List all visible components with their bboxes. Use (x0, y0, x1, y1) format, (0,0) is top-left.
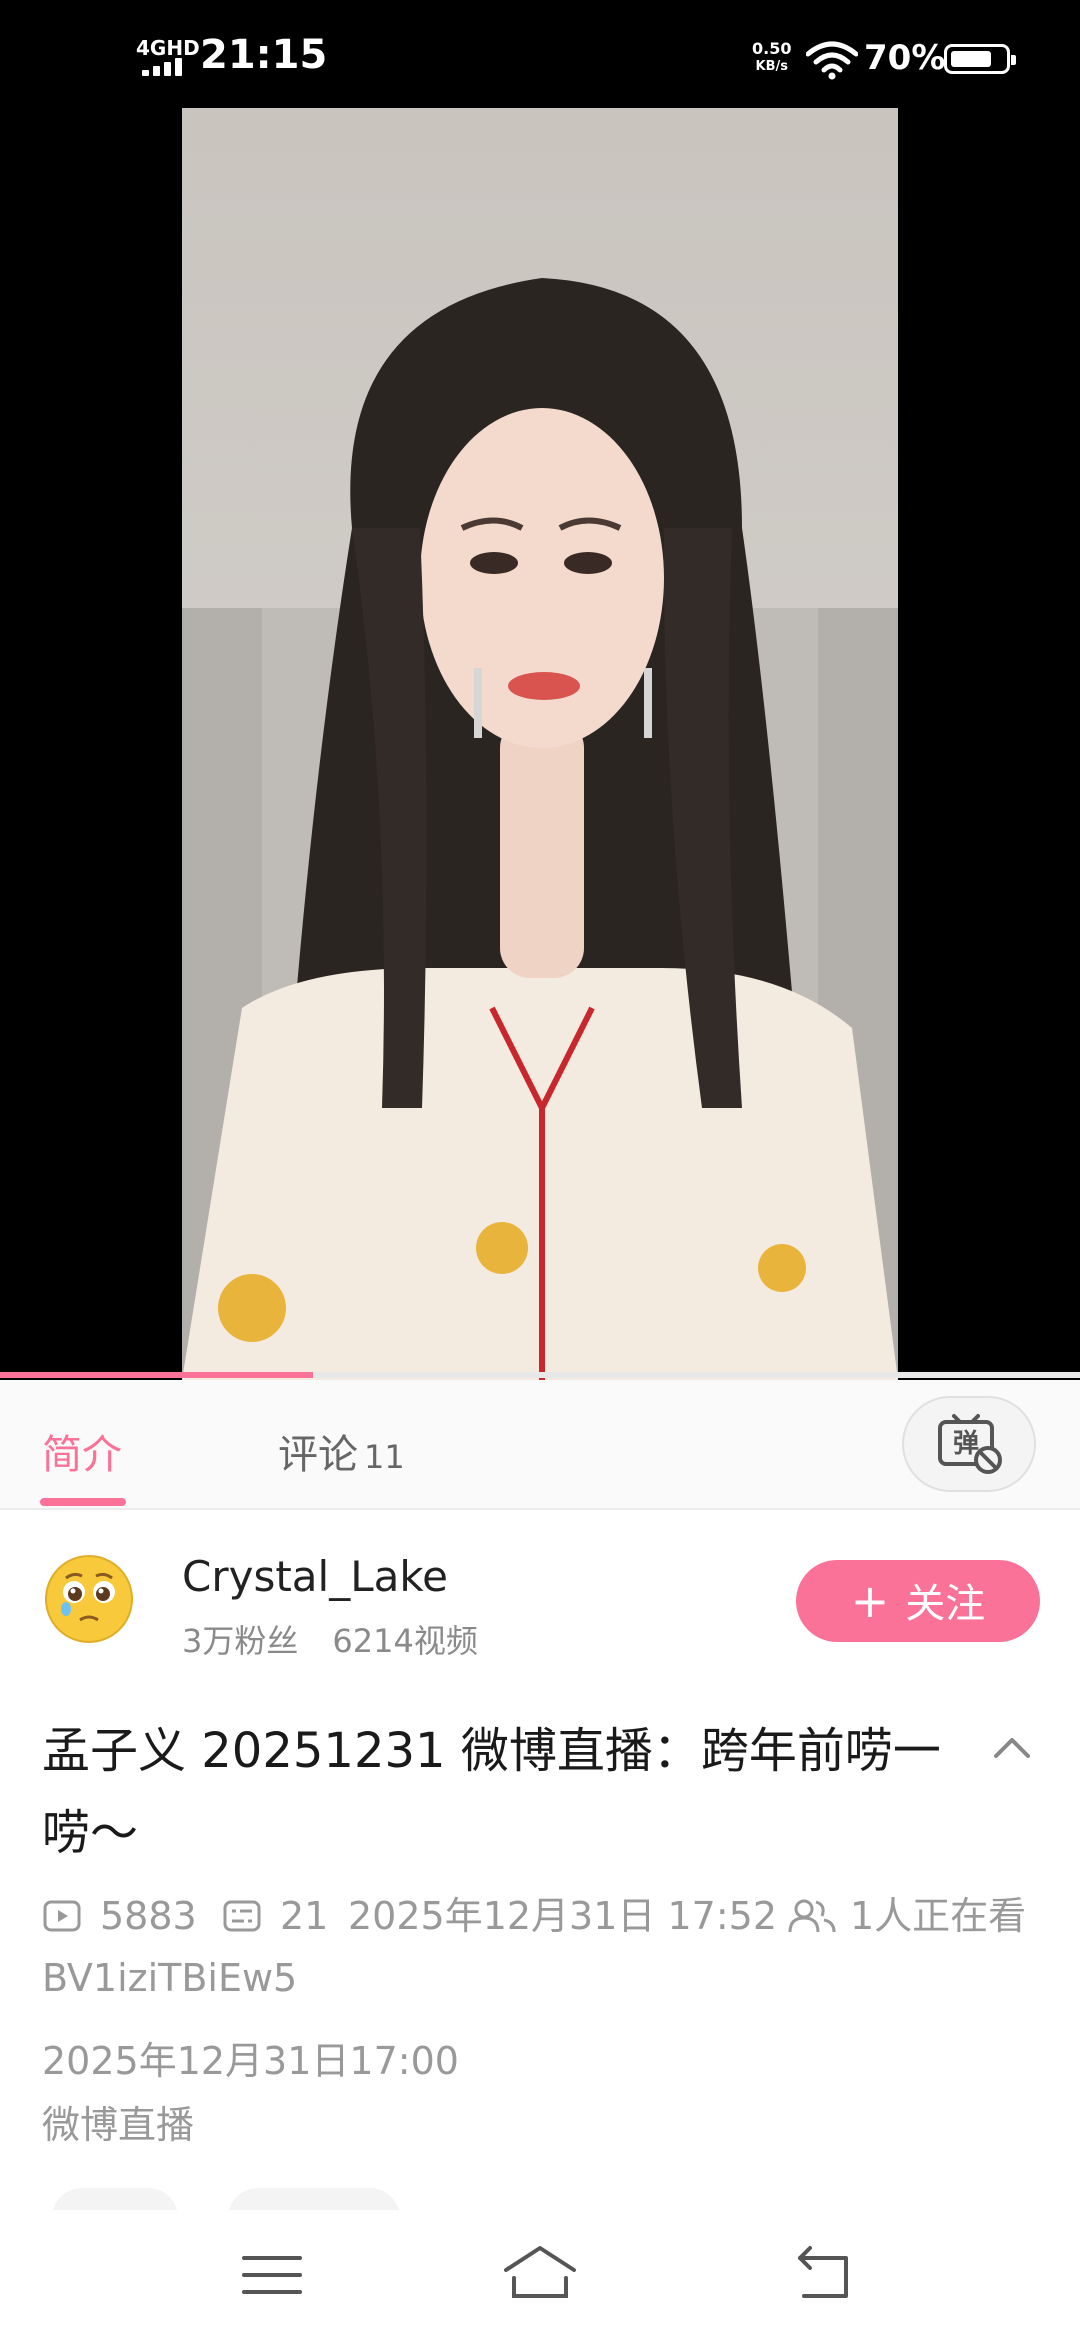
tab-comments-count: 11 (364, 1438, 405, 1476)
video-meta: 5883 21 2025年12月31日 17:52 1人正在看 (42, 1890, 1052, 1942)
home-icon[interactable] (500, 2240, 580, 2310)
uploader-stats: 3万粉丝 6214视频 (182, 1616, 478, 1662)
video-progress-bar[interactable] (0, 1372, 1080, 1378)
video-player[interactable] (0, 108, 1080, 1380)
description-date: 2025年12月31日17:00 (42, 2039, 459, 2083)
network-speed: 0.50 KB/s (752, 40, 791, 76)
plus-icon: + (850, 1574, 890, 1628)
upload-time: 2025年12月31日 17:52 (348, 1894, 778, 1938)
video-frame[interactable] (182, 108, 898, 1380)
uploader-name[interactable]: Crystal_Lake (182, 1552, 448, 1601)
follow-label: 关注 (905, 1581, 986, 1627)
viewers-icon (788, 1899, 836, 1933)
signal-icon (142, 58, 188, 76)
network-speed-unit: KB/s (755, 59, 788, 74)
uploader-fans: 3万粉丝 (182, 1622, 299, 1660)
view-count: 5883 (100, 1894, 197, 1938)
chevron-up-icon[interactable] (988, 1724, 1036, 1772)
tab-intro[interactable]: 简介 (42, 1422, 122, 1480)
description-text: 微博直播 (42, 2103, 195, 2147)
tab-comments[interactable]: 评论 11 (278, 1422, 405, 1480)
video-title: 孟子义 20251231 微博直播：跨年前唠一唠～ (42, 1723, 941, 1861)
battery-icon (944, 44, 1016, 74)
danmaku-toggle-button[interactable]: 弹 (902, 1396, 1036, 1492)
network-type: 4GHD (136, 36, 200, 60)
battery-percent: 70% (864, 38, 946, 78)
danmaku-count-icon (223, 1900, 261, 1932)
status-bar: 4GHD 21:15 0.50 KB/s 70% (0, 0, 1080, 108)
play-count-icon (43, 1900, 81, 1932)
tab-bar: 简介 评论 11 弹 (0, 1380, 1080, 1510)
network-speed-value: 0.50 (752, 39, 792, 58)
wifi-icon (806, 41, 858, 80)
danmaku-count: 21 (280, 1894, 329, 1938)
danmaku-off-icon: 弹 (938, 1414, 1002, 1474)
video-thumbnail-image (182, 108, 898, 1380)
uploader-video-count: 6214视频 (332, 1622, 478, 1660)
tab-intro-indicator (40, 1498, 126, 1506)
uploader-avatar[interactable] (44, 1554, 134, 1644)
bvid[interactable]: BV1iziTBiEw5 (42, 1956, 297, 2000)
clock: 21:15 (200, 32, 328, 78)
back-icon[interactable] (784, 2240, 864, 2310)
video-progress-fill (0, 1372, 314, 1378)
watching-count: 1人正在看 (850, 1894, 1027, 1938)
follow-button[interactable]: + 关注 (796, 1560, 1040, 1642)
menu-icon[interactable] (232, 2240, 312, 2310)
svg-text:弹: 弹 (953, 1429, 979, 1459)
tab-comments-label: 评论 (278, 1432, 358, 1478)
system-nav-bar (0, 2210, 1080, 2340)
